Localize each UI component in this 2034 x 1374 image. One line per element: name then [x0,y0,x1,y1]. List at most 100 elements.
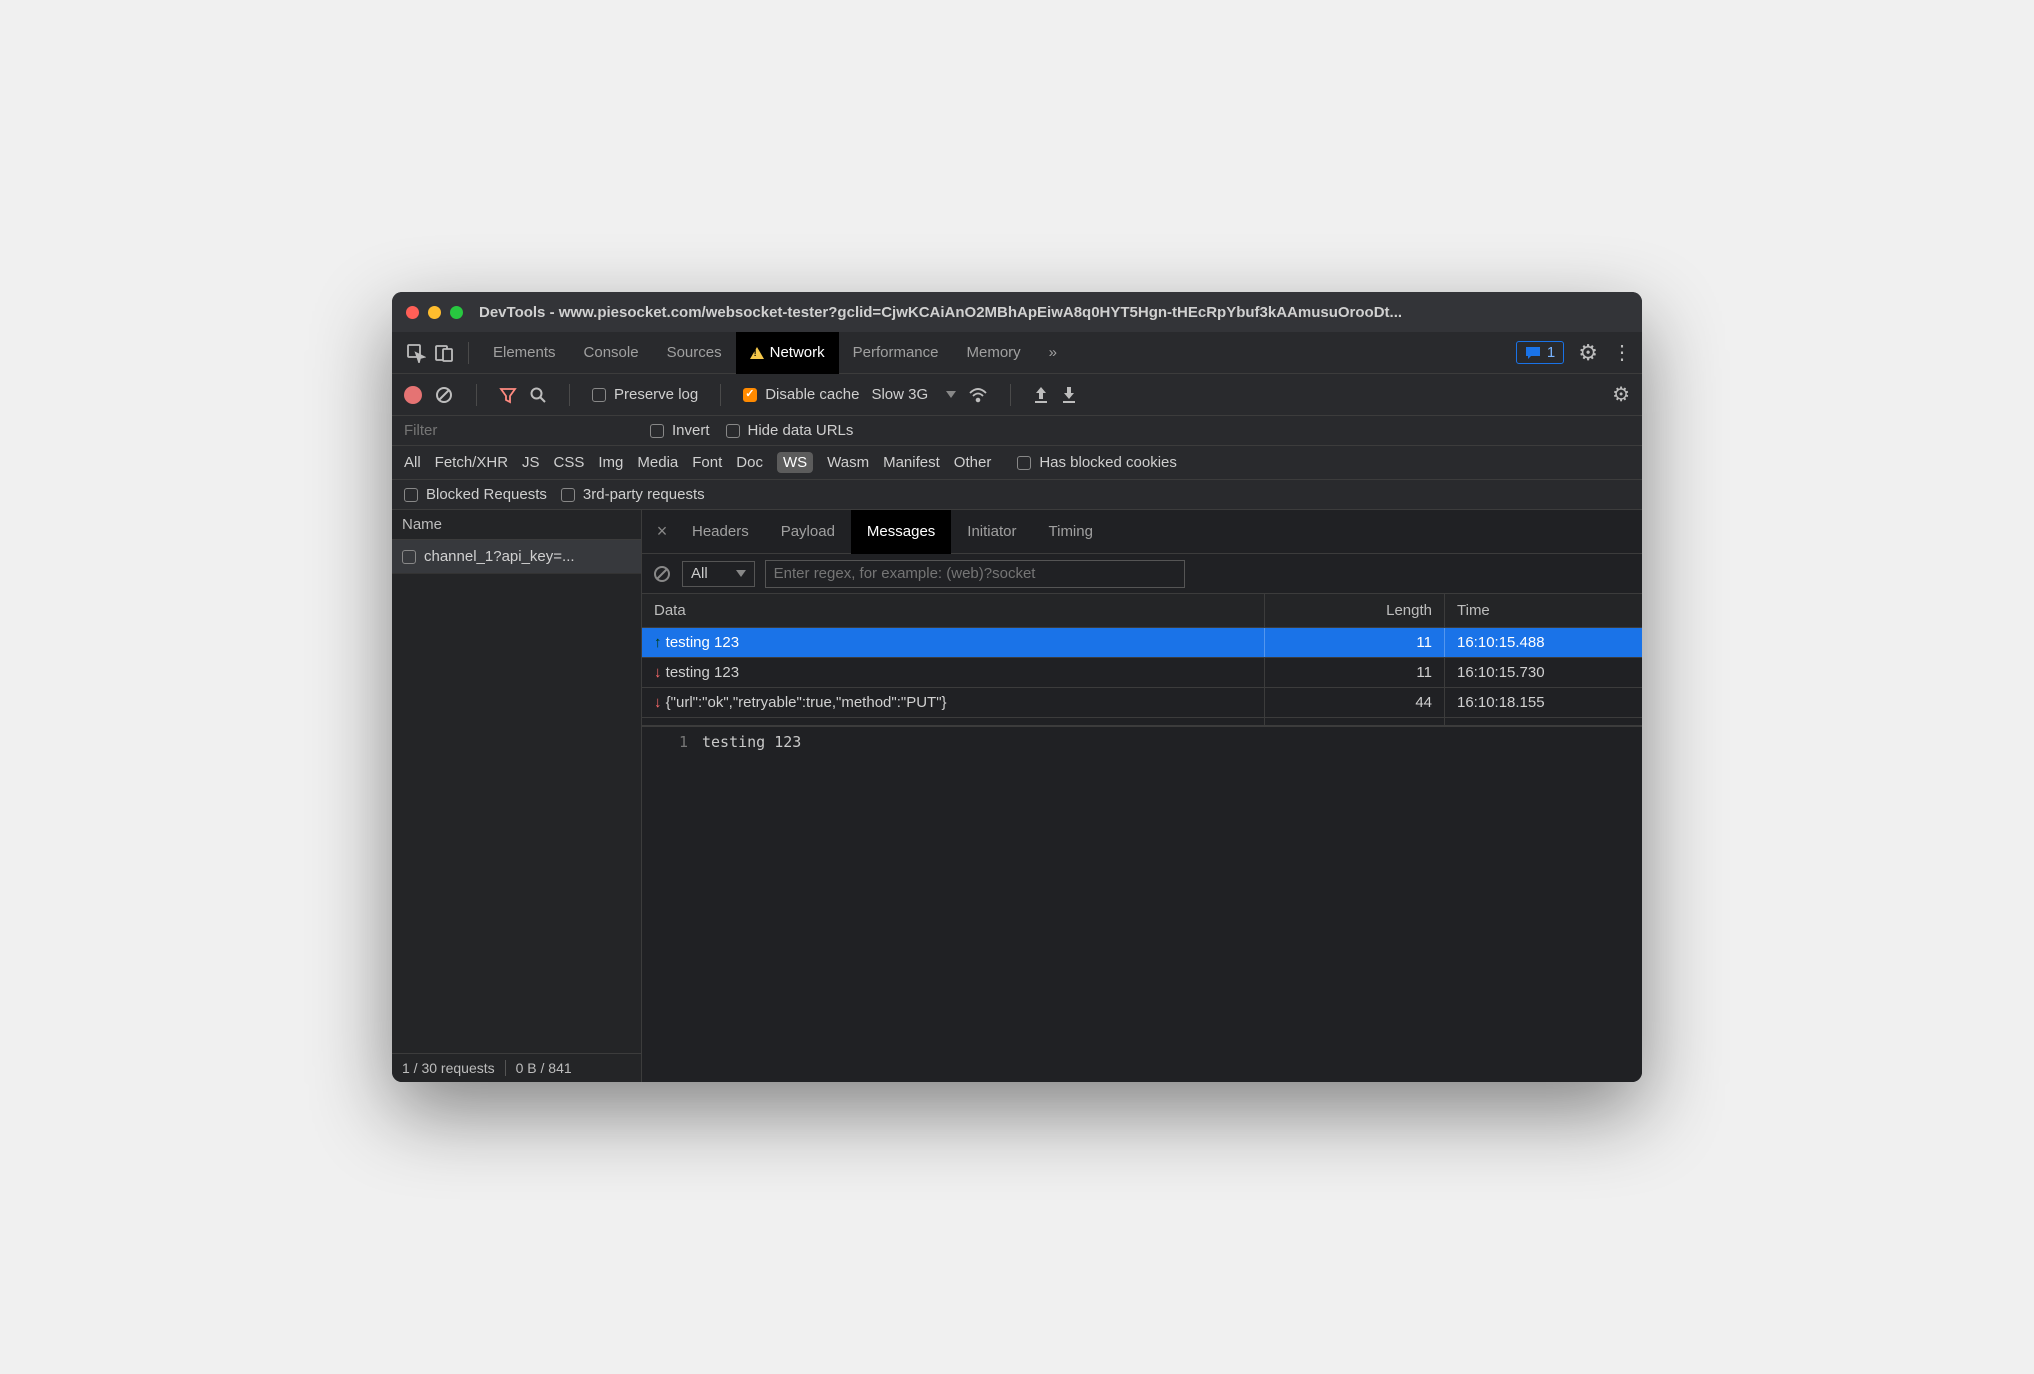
clear-messages-button[interactable] [652,564,672,584]
close-detail-button[interactable]: × [648,521,676,542]
tab-timing[interactable]: Timing [1033,510,1109,554]
blocked-requests-toggle[interactable]: Blocked Requests [404,486,547,503]
devtools-tabs: Elements Console Sources Network Perform… [392,332,1642,374]
message-data: testing 123 [666,664,739,681]
message-time: 16:10:15.730 [1444,658,1642,687]
request-row[interactable]: channel_1?api_key=... [392,540,641,574]
blocked-filter-row: Blocked Requests 3rd-party requests [392,480,1642,510]
network-conditions-icon[interactable] [968,387,988,403]
network-settings-icon[interactable]: ⚙ [1612,382,1630,407]
tab-initiator[interactable]: Initiator [951,510,1032,554]
separator [468,342,469,364]
name-column-header[interactable]: Name [392,510,641,540]
time-column-header[interactable]: Time [1444,594,1642,627]
disable-cache-checkbox[interactable] [743,388,757,402]
status-requests: 1 / 30 requests [402,1060,495,1076]
message-length: 11 [1264,628,1444,657]
separator [569,384,570,406]
has-blocked-cookies-toggle[interactable]: Has blocked cookies [1017,454,1177,471]
type-filter-img[interactable]: Img [598,454,623,471]
network-toolbar: Preserve log Disable cache Slow 3G ⚙ [392,374,1642,416]
blocked-requests-checkbox[interactable] [404,488,418,502]
message-length: 11 [1264,658,1444,687]
tab-elements[interactable]: Elements [479,332,570,374]
type-filter-manifest[interactable]: Manifest [883,454,940,471]
invert-toggle[interactable]: Invert [650,422,710,439]
tab-memory[interactable]: Memory [953,332,1035,374]
preserve-log-toggle[interactable]: Preserve log [592,386,698,403]
type-filter-css[interactable]: CSS [554,454,585,471]
comment-icon [1525,346,1541,360]
message-preview: 1testing 123 [642,726,1642,1082]
download-har-icon[interactable] [1061,386,1077,404]
minimize-window-button[interactable] [428,306,441,319]
tab-messages[interactable]: Messages [851,510,951,554]
requests-panel: Name channel_1?api_key=... 1 / 30 reques… [392,510,642,1082]
message-row[interactable]: ↓ {"url":"ok","retryable":true,"method":… [642,688,1642,718]
maximize-window-button[interactable] [450,306,463,319]
detail-tabs: × Headers Payload Messages Initiator Tim… [642,510,1642,554]
settings-icon[interactable]: ⚙ [1578,340,1598,366]
type-filter-wasm[interactable]: Wasm [827,454,869,471]
invert-checkbox[interactable] [650,424,664,438]
regex-input[interactable] [765,560,1185,588]
separator [476,384,477,406]
filter-input[interactable] [404,422,634,439]
device-toggle-icon[interactable] [430,339,458,367]
hide-data-urls-toggle[interactable]: Hide data URLs [726,422,854,439]
type-filter-all[interactable]: All [404,454,421,471]
chevron-down-icon [946,391,956,398]
hide-data-urls-label: Hide data URLs [748,422,854,439]
preview-content[interactable]: testing 123 [702,733,801,751]
tab-payload[interactable]: Payload [765,510,851,554]
type-filter-fetchxhr[interactable]: Fetch/XHR [435,454,508,471]
warning-icon [750,347,764,359]
tab-sources[interactable]: Sources [653,332,736,374]
close-window-button[interactable] [406,306,419,319]
message-filter-select[interactable]: All [682,561,755,587]
separator [1010,384,1011,406]
throttling-value: Slow 3G [871,386,928,403]
window-title: DevTools - www.piesocket.com/websocket-t… [479,304,1628,321]
third-party-toggle[interactable]: 3rd-party requests [561,486,705,503]
message-length: 44 [1264,688,1444,717]
type-filter-other[interactable]: Other [954,454,992,471]
upload-har-icon[interactable] [1033,386,1049,404]
message-time: 16:10:15.488 [1444,628,1642,657]
arrow-up-icon: ↑ [654,634,662,651]
inspect-element-icon[interactable] [402,339,430,367]
message-row[interactable]: ↑ testing 123 11 16:10:15.488 [642,628,1642,658]
has-blocked-cookies-checkbox[interactable] [1017,456,1031,470]
data-column-header[interactable]: Data [642,594,1264,627]
issues-badge[interactable]: 1 [1516,341,1564,364]
type-filter-media[interactable]: Media [637,454,678,471]
tab-performance[interactable]: Performance [839,332,953,374]
issues-count: 1 [1547,344,1555,361]
request-checkbox[interactable] [402,550,416,564]
filter-icon[interactable] [499,386,517,404]
clear-button[interactable] [434,385,454,405]
third-party-label: 3rd-party requests [583,486,705,503]
type-filter-doc[interactable]: Doc [736,454,763,471]
throttling-select[interactable]: Slow 3G [871,386,956,403]
hide-data-urls-checkbox[interactable] [726,424,740,438]
invert-label: Invert [672,422,710,439]
tab-headers[interactable]: Headers [676,510,765,554]
message-row[interactable]: ↓ testing 123 11 16:10:15.730 [642,658,1642,688]
more-menu-icon[interactable]: ⋮ [1612,340,1632,365]
record-button[interactable] [404,386,422,404]
length-column-header[interactable]: Length [1264,594,1444,627]
detail-panel: × Headers Payload Messages Initiator Tim… [642,510,1642,1082]
third-party-checkbox[interactable] [561,488,575,502]
preserve-log-checkbox[interactable] [592,388,606,402]
disable-cache-label: Disable cache [765,386,859,403]
type-filter-ws[interactable]: WS [777,452,813,473]
tab-console[interactable]: Console [570,332,653,374]
tab-more[interactable]: » [1035,332,1071,374]
search-icon[interactable] [529,386,547,404]
status-bar: 1 / 30 requests 0 B / 841 [392,1053,641,1082]
disable-cache-toggle[interactable]: Disable cache [743,386,859,403]
type-filter-font[interactable]: Font [692,454,722,471]
tab-network[interactable]: Network [736,332,839,374]
type-filter-js[interactable]: JS [522,454,540,471]
